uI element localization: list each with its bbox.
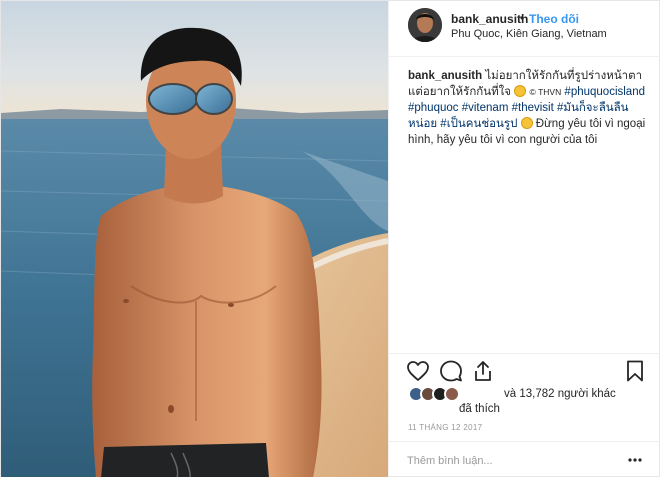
liker-avatar[interactable] bbox=[444, 386, 460, 402]
follow-button[interactable]: Theo dõi bbox=[529, 12, 579, 26]
header-separator: • bbox=[520, 11, 525, 25]
avatar-photo-icon bbox=[408, 8, 442, 42]
hashtag-link[interactable]: #เป็นคนช่อนรูป bbox=[440, 118, 517, 130]
hashtag-link[interactable]: #phuquocisland bbox=[564, 86, 645, 98]
comment-bar bbox=[389, 441, 660, 477]
hashtag-link[interactable]: #phuquoc bbox=[408, 102, 459, 114]
header-username[interactable]: bank_anusith bbox=[451, 12, 528, 26]
post-photo[interactable] bbox=[1, 1, 388, 477]
grin-emoji-icon bbox=[520, 117, 533, 129]
comment-input[interactable] bbox=[407, 453, 617, 469]
avatar[interactable] bbox=[408, 8, 442, 42]
post-header: bank_anusith • Theo dõi Phu Quoc, Kiên G… bbox=[389, 1, 660, 57]
likes-count[interactable]: và 13,782 người khác bbox=[504, 388, 616, 400]
heart-icon[interactable] bbox=[406, 359, 430, 383]
ellipsis-icon[interactable] bbox=[628, 457, 642, 463]
caption-username[interactable]: bank_anusith bbox=[408, 70, 482, 82]
likes-suffix: đã thích bbox=[459, 403, 500, 415]
share-icon[interactable] bbox=[471, 359, 495, 383]
post-caption: bank_anusith ไม่อยากให้รักกันที่รูปร่างห… bbox=[408, 68, 653, 148]
caption-credit: © THVN bbox=[529, 87, 562, 97]
location-link[interactable]: Phu Quoc, Kiên Giang, Vietnam bbox=[451, 28, 607, 40]
speech-bubble-icon[interactable] bbox=[439, 359, 463, 383]
post-date[interactable]: 11 THÁNG 12 2017 bbox=[408, 423, 482, 432]
beach-portrait-image bbox=[1, 1, 388, 477]
likes-section: và 13,782 người khác đã thích bbox=[408, 384, 648, 418]
instagram-post: bank_anusith • Theo dõi Phu Quoc, Kiên G… bbox=[0, 0, 660, 477]
post-details-panel: bank_anusith • Theo dõi Phu Quoc, Kiên G… bbox=[388, 1, 660, 477]
hashtag-link[interactable]: #vitenam bbox=[462, 102, 509, 114]
hashtag-link[interactable]: #thevisit bbox=[512, 102, 554, 114]
bookmark-icon[interactable] bbox=[623, 359, 647, 383]
grin-emoji-icon bbox=[514, 85, 527, 97]
